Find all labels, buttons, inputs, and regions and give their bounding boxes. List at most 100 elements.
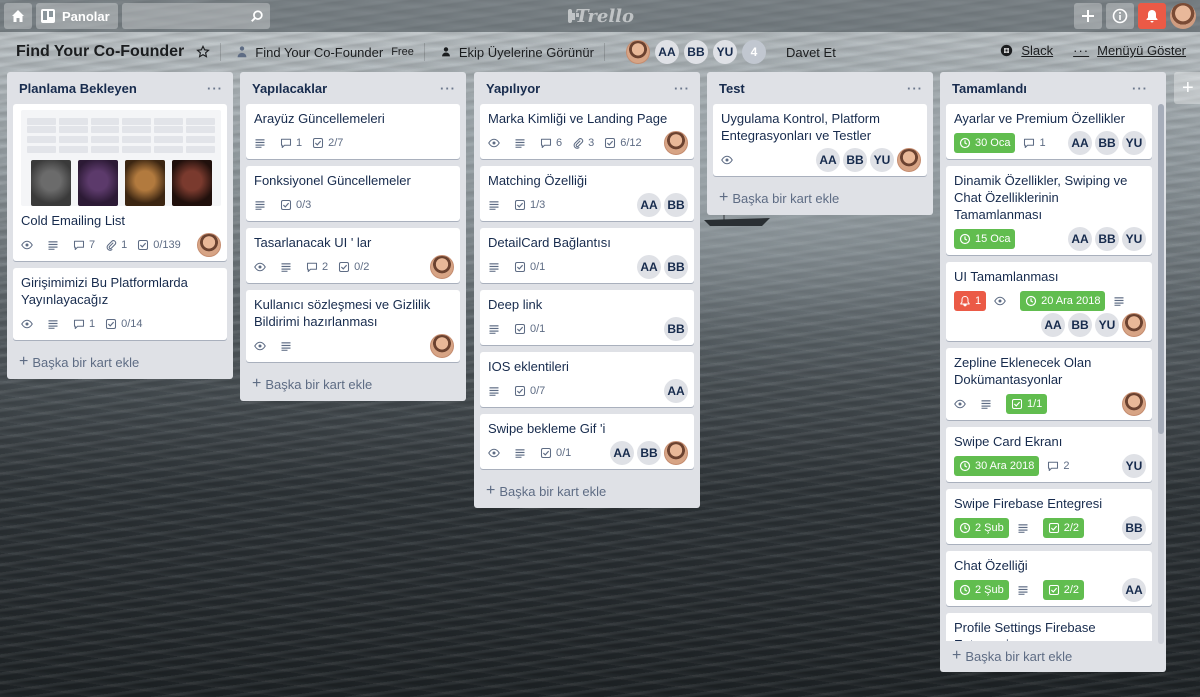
- member-avatar[interactable]: AA: [1068, 227, 1092, 251]
- list-title[interactable]: Yapılıyor: [486, 81, 540, 96]
- star-icon[interactable]: [196, 45, 211, 59]
- list-card[interactable]: Marka Kimliği ve Landing Page 6 3 6/12: [480, 104, 694, 159]
- member-avatar[interactable]: AA: [654, 40, 679, 64]
- home-button[interactable]: [4, 3, 32, 29]
- invite-button[interactable]: Davet Et: [786, 45, 836, 60]
- visibility-button[interactable]: Ekip Üyelerine Görünür: [439, 45, 594, 60]
- list-card[interactable]: Cold Emailing List 7 1 0/139: [13, 104, 227, 261]
- list-card[interactable]: DetailCard Bağlantısı 0/1 AA BB: [480, 228, 694, 283]
- team-button[interactable]: Find Your Co-Founder Free: [235, 45, 414, 60]
- member-avatar[interactable]: AA: [816, 148, 840, 172]
- list-card[interactable]: Dinamik Özellikler, Swiping ve Chat Özel…: [946, 166, 1152, 255]
- list-menu-icon[interactable]: ···: [1132, 81, 1148, 96]
- member-avatar[interactable]: BB: [683, 40, 708, 64]
- list-card[interactable]: Swipe Firebase Entegresi 2 Şub 2/2 BB: [946, 489, 1152, 544]
- member-avatar[interactable]: BB: [1068, 313, 1092, 337]
- member-avatar[interactable]: BB: [1122, 516, 1146, 540]
- member-avatar[interactable]: [1122, 313, 1146, 337]
- description-badge: [488, 381, 504, 401]
- add-card-button[interactable]: + Başka bir kart ekle: [946, 641, 1152, 667]
- list-card[interactable]: Profile Settings Firebase Entegresi30 Ar…: [946, 613, 1152, 641]
- list-4: Tamamlandı ··· Ayarlar ve Premium Özellikl…: [940, 72, 1166, 672]
- member-avatar[interactable]: BB: [664, 193, 688, 217]
- more-members-count[interactable]: 4: [741, 40, 766, 64]
- member-avatar[interactable]: AA: [610, 441, 634, 465]
- create-button[interactable]: [1074, 3, 1102, 29]
- clock-icon: [959, 460, 975, 472]
- member-avatar[interactable]: BB: [843, 148, 867, 172]
- add-card-button[interactable]: + Başka bir kart ekle: [480, 476, 694, 502]
- member-avatar[interactable]: [430, 334, 454, 358]
- member-avatar[interactable]: [625, 40, 650, 64]
- member-avatar[interactable]: BB: [1095, 227, 1119, 251]
- add-card-button[interactable]: + Başka bir kart ekle: [246, 369, 460, 395]
- list-1: Yapılacaklar ··· Arayüz Güncellemeleri 1 2/7…: [240, 72, 466, 401]
- card-title: Zepline Eklenecek Olan Dokümantasyonlar: [954, 355, 1092, 387]
- slack-button[interactable]: Slack: [1000, 43, 1053, 58]
- list-card[interactable]: IOS eklentileri 0/7 AA: [480, 352, 694, 407]
- notifications-button[interactable]: [1138, 3, 1166, 29]
- list-card[interactable]: UI Tamamlanması 1 20 Ara 2018 AA BB YU: [946, 262, 1152, 341]
- clock-icon: [1025, 295, 1041, 307]
- info-button[interactable]: [1106, 3, 1134, 29]
- show-menu-button[interactable]: ··· Menüyü Göster: [1073, 43, 1186, 58]
- member-avatar[interactable]: [897, 148, 921, 172]
- member-avatar[interactable]: BB: [1095, 131, 1119, 155]
- trello-logo[interactable]: Trello: [568, 4, 634, 28]
- member-avatar[interactable]: [197, 233, 221, 257]
- list-card[interactable]: Deep link 0/1 BB: [480, 290, 694, 345]
- card-badges-row: 0/3: [254, 193, 454, 217]
- member-avatar[interactable]: [664, 131, 688, 155]
- list-title[interactable]: Yapılacaklar: [252, 81, 327, 96]
- member-avatar[interactable]: AA: [1041, 313, 1065, 337]
- board-title[interactable]: Find Your Co-Founder: [16, 43, 184, 61]
- member-avatar[interactable]: AA: [637, 193, 661, 217]
- member-avatar[interactable]: YU: [1122, 227, 1146, 251]
- boards-button[interactable]: Panolar: [36, 3, 118, 29]
- member-avatar[interactable]: [664, 441, 688, 465]
- member-avatar[interactable]: AA: [664, 379, 688, 403]
- member-avatar[interactable]: YU: [712, 40, 737, 64]
- list-title[interactable]: Test: [719, 81, 745, 96]
- search-input[interactable]: [121, 3, 270, 29]
- list-scrollbar[interactable]: [1158, 104, 1164, 434]
- member-avatar[interactable]: AA: [637, 255, 661, 279]
- member-avatar[interactable]: [430, 255, 454, 279]
- list-card[interactable]: Tasarlanacak UI ' lar 2 0/2: [246, 228, 460, 283]
- member-avatar[interactable]: AA: [1122, 578, 1146, 602]
- member-avatar[interactable]: BB: [664, 317, 688, 341]
- list-card[interactable]: Kullanıcı sözleşmesi ve Gizlilik Bildiri…: [246, 290, 460, 362]
- member-avatar[interactable]: YU: [1122, 131, 1146, 155]
- list-title[interactable]: Planlama Bekleyen: [19, 81, 137, 96]
- user-avatar[interactable]: [1170, 3, 1196, 29]
- list-card[interactable]: Swipe Card Ekranı 30 Ara 2018 2 YU: [946, 427, 1152, 482]
- list-card[interactable]: Arayüz Güncellemeleri 1 2/7: [246, 104, 460, 159]
- member-avatar[interactable]: YU: [1095, 313, 1119, 337]
- list-title[interactable]: Tamamlandı: [952, 81, 1027, 96]
- card-title: DetailCard Bağlantısı: [488, 235, 611, 250]
- list-card[interactable]: Zepline Eklenecek Olan Dokümantasyonlar 1…: [946, 348, 1152, 420]
- list-card[interactable]: Girişimimizi Bu Platformlarda Yayınlayac…: [13, 268, 227, 340]
- add-list-button[interactable]: +: [1174, 72, 1200, 104]
- add-card-button[interactable]: + Başka bir kart ekle: [13, 347, 227, 373]
- list-menu-icon[interactable]: ···: [207, 81, 223, 96]
- list-card[interactable]: Fonksiyonel Güncellemeler 0/3: [246, 166, 460, 221]
- list-card[interactable]: Matching Özelliği 1/3 AA BB: [480, 166, 694, 221]
- member-avatar[interactable]: [1122, 392, 1146, 416]
- list-card[interactable]: Chat Özelliği 2 Şub 2/2 AA: [946, 551, 1152, 606]
- list-card[interactable]: Swipe bekleme Gif 'i 0/1 AA BB: [480, 414, 694, 469]
- list-menu-icon[interactable]: ···: [440, 81, 456, 96]
- list-menu-icon[interactable]: ···: [907, 81, 923, 96]
- member-avatar[interactable]: AA: [1068, 131, 1092, 155]
- member-avatar[interactable]: YU: [1122, 454, 1146, 478]
- list-card[interactable]: Uygulama Kontrol, Platform Entegrasyonla…: [713, 104, 927, 176]
- member-avatar[interactable]: YU: [870, 148, 894, 172]
- card-badges-row: [254, 334, 454, 358]
- member-avatar[interactable]: BB: [664, 255, 688, 279]
- description-badge: [1017, 518, 1033, 538]
- list-card[interactable]: Ayarlar ve Premium Özellikler 30 Oca 1 AA BB…: [946, 104, 1152, 159]
- member-avatar[interactable]: BB: [637, 441, 661, 465]
- comment-badge: 7: [73, 235, 95, 255]
- add-card-button[interactable]: + Başka bir kart ekle: [713, 183, 927, 209]
- list-menu-icon[interactable]: ···: [674, 81, 690, 96]
